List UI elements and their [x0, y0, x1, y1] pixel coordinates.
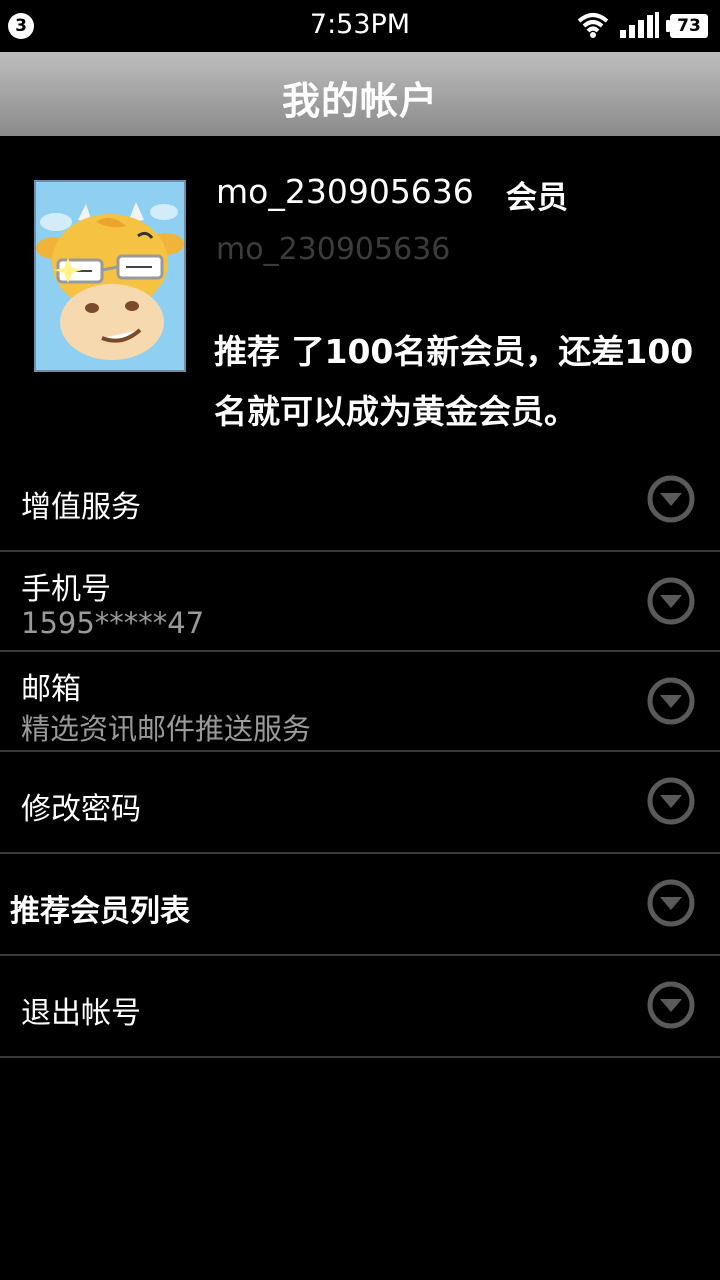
menu-item-value-added-services[interactable]: 增值服务	[0, 450, 720, 552]
wifi-icon	[577, 13, 609, 38]
menu-item-logout[interactable]: 退出帐号	[0, 956, 720, 1058]
menu-item-label: 退出帐号	[21, 996, 141, 1031]
chevron-down-circle-icon[interactable]	[646, 576, 696, 626]
menu-item-label: 修改密码	[21, 792, 141, 827]
status-bar: 3 7:53PM 73	[0, 0, 720, 52]
chevron-down-circle-icon[interactable]	[646, 676, 696, 726]
menu-item-label: 邮箱	[21, 672, 81, 707]
menu-item-phone[interactable]: 手机号 1595*****47	[0, 552, 720, 652]
status-time: 7:53PM	[309, 9, 411, 40]
avatar	[34, 180, 186, 372]
chevron-down-circle-icon[interactable]	[646, 474, 696, 524]
account-id: mo_230905636	[216, 232, 451, 267]
menu-item-email[interactable]: 邮箱 精选资讯邮件推送服务	[0, 652, 720, 752]
username: mo_230905636	[216, 172, 474, 211]
title-bar: 我的帐户	[0, 52, 720, 136]
menu-item-subtitle: 精选资讯邮件推送服务	[21, 712, 312, 746]
chevron-down-circle-icon[interactable]	[646, 980, 696, 1030]
battery-icon: 73	[670, 14, 708, 38]
chevron-down-circle-icon[interactable]	[646, 878, 696, 928]
chevron-down-circle-icon[interactable]	[646, 776, 696, 826]
page-title: 我的帐户	[281, 79, 438, 123]
menu-item-label: 增值服务	[21, 490, 141, 525]
menu-item-change-password[interactable]: 修改密码	[0, 752, 720, 854]
menu-item-label: 手机号	[21, 572, 111, 607]
menu-item-label: 推荐会员列表	[10, 894, 190, 929]
menu-item-subtitle: 1595*****47	[21, 606, 205, 640]
account-menu-list: 增值服务 手机号 1595*****47 邮箱 精选资讯邮件推送服务 修改密码 …	[0, 450, 720, 1058]
signal-icon	[620, 12, 659, 38]
referral-status-text: 推荐 了100名新会员，还差100名就可以成为黄金会员。	[214, 332, 694, 431]
member-level-label: 会员	[506, 180, 568, 216]
menu-item-referred-members[interactable]: 推荐会员列表	[0, 854, 720, 956]
cow-avatar-icon	[36, 182, 184, 370]
